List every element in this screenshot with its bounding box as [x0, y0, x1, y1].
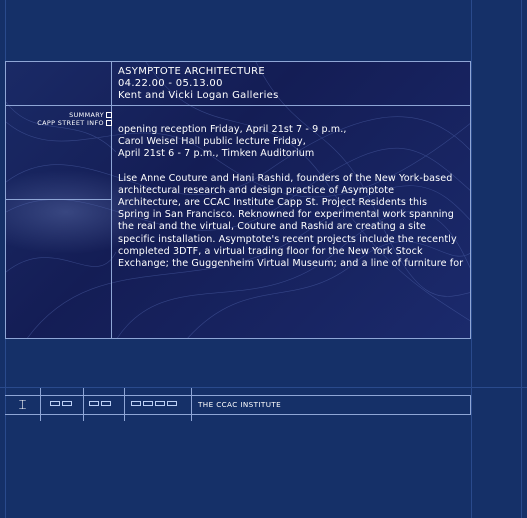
- nav-divider: [124, 388, 125, 421]
- nav-group-1: [50, 401, 72, 406]
- description-line: Exchange; the Guggenheim Virtual Museum;…: [118, 258, 464, 270]
- exhibition-venue: Kent and Vicki Logan Galleries: [118, 90, 279, 101]
- exhibition-header: ASYMPTOTE ARCHITECTURE 04.22.00 - 05.13.…: [118, 66, 468, 102]
- exhibition-panel: ASYMPTOTE ARCHITECTURE 04.22.00 - 05.13.…: [5, 61, 471, 339]
- description-line: Lise Anne Couture and Hani Rashid, found…: [118, 172, 453, 184]
- checkbox-icon: [106, 120, 112, 126]
- capp-street-info-label: CAPP STREET INFO: [37, 119, 104, 127]
- nav-divider: [83, 388, 84, 421]
- nav-divider: [191, 388, 192, 421]
- description-line: completed 3DTF, a virtual trading floor …: [118, 245, 423, 257]
- nav-button[interactable]: [131, 401, 141, 406]
- nav-button[interactable]: [50, 401, 60, 406]
- page: ASYMPTOTE ARCHITECTURE 04.22.00 - 05.13.…: [0, 0, 527, 518]
- panel-divider: [6, 105, 470, 106]
- grid-line: [521, 0, 522, 518]
- exhibition-title: ASYMPTOTE ARCHITECTURE: [118, 66, 265, 77]
- grid-line: [0, 387, 527, 388]
- nav-button[interactable]: [101, 401, 111, 406]
- exhibition-dates: 04.22.00 - 05.13.00: [118, 78, 223, 89]
- exhibition-body: opening reception Friday, April 21st 7 -…: [118, 124, 470, 270]
- description-line: architectural research and design practi…: [118, 184, 395, 196]
- capp-street-info-link[interactable]: CAPP STREET INFO: [6, 119, 112, 127]
- checkbox-icon: [106, 112, 112, 118]
- panel-divider: [6, 199, 112, 200]
- nav-button[interactable]: [62, 401, 72, 406]
- grid-line: [471, 0, 472, 518]
- side-nav: SUMMARY CAPP STREET INFO: [6, 111, 112, 127]
- ccac-institute-link[interactable]: THE CCAC INSTITUTE: [198, 400, 281, 409]
- nav-button[interactable]: [143, 401, 153, 406]
- reception-line: April 21st 6 - 7 p.m., Timken Auditorium: [118, 148, 315, 160]
- nav-button[interactable]: [155, 401, 165, 406]
- nav-divider: [40, 388, 41, 421]
- nav-button[interactable]: [167, 401, 177, 406]
- bottom-nav: ⌶ THE CCAC INSTITUTE: [5, 388, 471, 421]
- nav-group-2: [89, 401, 111, 406]
- summary-link[interactable]: SUMMARY: [6, 111, 112, 119]
- panel-divider: [111, 62, 112, 338]
- description-line: the real and the virtual, Couture and Ra…: [118, 221, 426, 233]
- nav-button[interactable]: [89, 401, 99, 406]
- ccac-logo-icon[interactable]: ⌶: [5, 389, 40, 422]
- reception-line: Carol Weisel Hall public lecture Friday,: [118, 136, 306, 148]
- reception-line: opening reception Friday, April 21st 7 -…: [118, 124, 347, 135]
- description-line: Spring in San Francisco. Reknowned for e…: [118, 209, 454, 221]
- summary-label: SUMMARY: [69, 111, 104, 119]
- description-line: specific installation. Asymptote's recen…: [118, 233, 457, 245]
- description-line: Architecture, are CCAC Institute Capp St…: [118, 197, 428, 209]
- nav-group-3: [131, 401, 177, 406]
